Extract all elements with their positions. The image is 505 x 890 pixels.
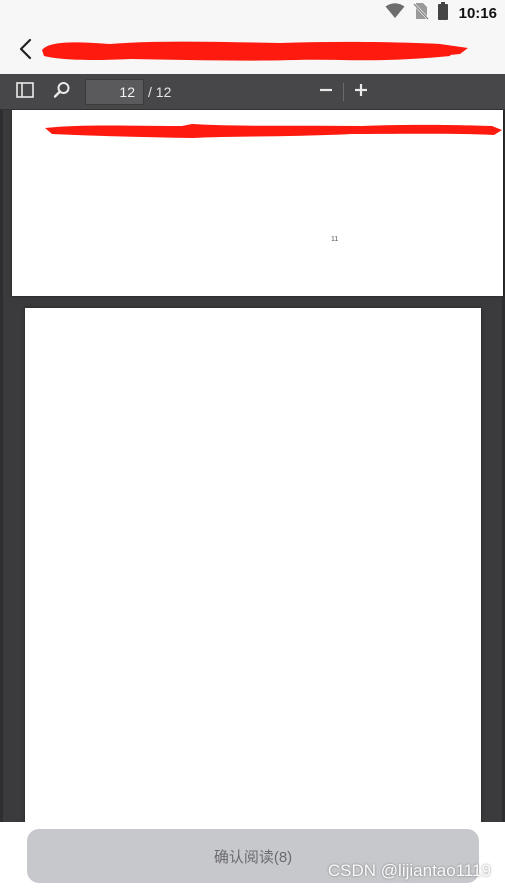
plus-icon bbox=[354, 83, 368, 102]
page-number-input[interactable] bbox=[85, 79, 144, 105]
zoom-in-button[interactable] bbox=[349, 80, 373, 104]
status-time: 10:16 bbox=[458, 4, 497, 22]
redacted-title bbox=[40, 36, 470, 64]
search-button[interactable] bbox=[50, 80, 74, 104]
pdf-toolbar: / 12 bbox=[0, 74, 505, 110]
search-icon bbox=[53, 81, 71, 104]
viewer-edge bbox=[0, 110, 3, 822]
pdf-page bbox=[25, 308, 481, 822]
app-screen: 10:16 12 / 12 11 确认阅读(8) CSDN @lijiantao… bbox=[0, 0, 505, 890]
status-bar: 10:16 bbox=[0, 0, 505, 26]
page-footer-number: 11 bbox=[331, 236, 339, 243]
battery-icon bbox=[437, 1, 449, 25]
page-total: / 12 bbox=[148, 84, 172, 100]
status-icons: 10:16 bbox=[385, 1, 497, 25]
minus-icon bbox=[319, 83, 333, 102]
wifi-icon bbox=[385, 2, 405, 24]
redacted-text bbox=[42, 120, 504, 142]
pdf-viewer[interactable]: 11 bbox=[0, 110, 505, 822]
no-sim-icon bbox=[412, 2, 429, 25]
app-header bbox=[0, 26, 505, 74]
back-arrow-icon bbox=[18, 38, 32, 65]
pdf-page: 11 bbox=[12, 110, 503, 296]
bottom-bar: 确认阅读(8) CSDN @lijiantao1119 bbox=[0, 822, 505, 890]
zoom-separator bbox=[343, 83, 344, 101]
zoom-out-button[interactable] bbox=[314, 80, 338, 104]
sidebar-toggle-icon bbox=[16, 81, 34, 103]
sidebar-toggle-button[interactable] bbox=[13, 80, 37, 104]
back-button[interactable] bbox=[10, 36, 40, 66]
watermark-text: CSDN @lijiantao1119 bbox=[327, 861, 491, 880]
